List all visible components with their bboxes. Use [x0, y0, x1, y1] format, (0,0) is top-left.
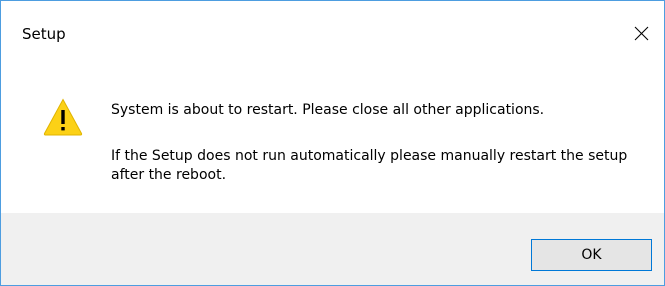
close-icon	[634, 26, 649, 41]
warning-icon	[43, 98, 83, 136]
primary-message: System is about to restart. Please close…	[111, 102, 545, 118]
secondary-message: If the Setup does not run automatically …	[111, 148, 628, 183]
window-title: Setup	[22, 25, 66, 43]
button-bar: OK	[1, 213, 664, 285]
ok-button[interactable]: OK	[531, 239, 652, 271]
setup-dialog: Setup System is about to restart. Please…	[0, 0, 665, 286]
dialog-content: System is about to restart. Please close…	[1, 67, 664, 213]
title-bar: Setup	[1, 1, 664, 67]
close-button[interactable]	[618, 14, 664, 54]
ok-button-label: OK	[581, 247, 602, 263]
